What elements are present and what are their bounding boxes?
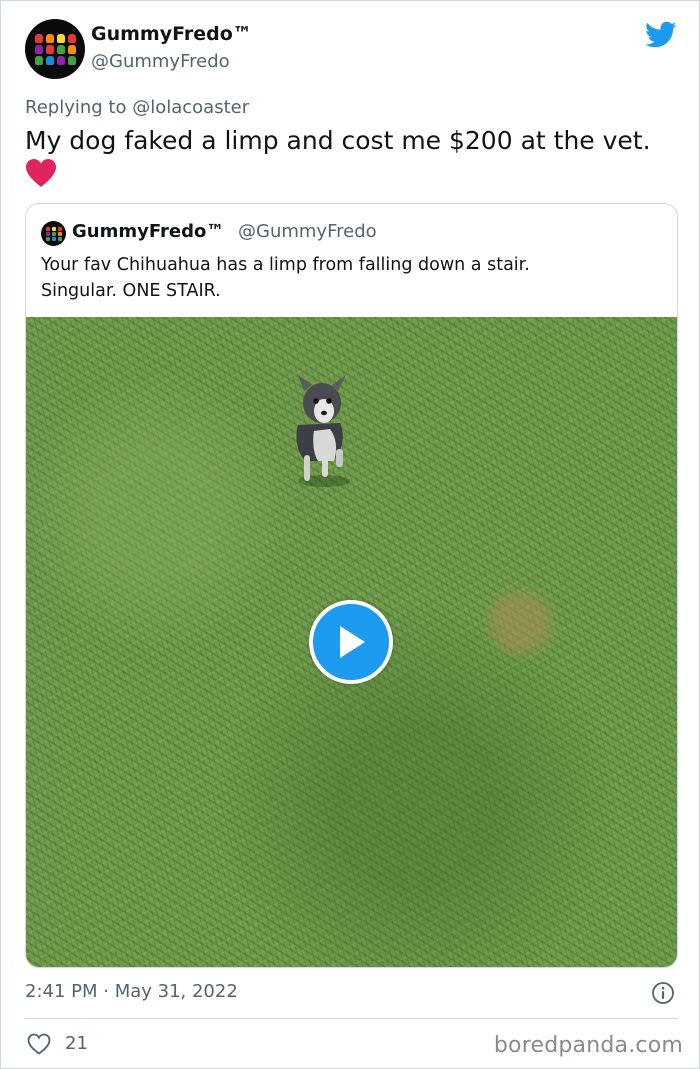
tweet-text: My dog faked a limp and cost me $200 at …: [25, 126, 651, 155]
replying-to: Replying to @lolacoaster: [25, 97, 249, 118]
play-icon: [340, 626, 365, 658]
red-heart-icon: [26, 159, 56, 187]
quoted-text-line-2: Singular. ONE STAIR.: [41, 281, 221, 301]
quoted-display-name: GummyFredo™: [72, 221, 225, 242]
author-avatar[interactable]: [25, 19, 85, 79]
quoted-tweet-text: Your fav Chihuahua has a limp from falli…: [41, 252, 661, 304]
quoted-author-avatar: [41, 221, 66, 246]
replying-to-label: Replying to: [25, 97, 127, 118]
quoted-handle: @GummyFredo: [238, 221, 377, 242]
quoted-tweet[interactable]: GummyFredo™ @GummyFredo Your fav Chihuah…: [25, 203, 678, 968]
watermark: boredpanda.com: [493, 1033, 683, 1058]
twitter-bird-icon[interactable]: [645, 21, 677, 49]
author-handle[interactable]: @GummyFredo: [91, 51, 230, 72]
tweet-card: GummyFredo™ @GummyFredo Replying to @lol…: [0, 0, 700, 1069]
tweet-timestamp[interactable]: 2:41 PM · May 31, 2022: [25, 981, 238, 1002]
video-thumbnail[interactable]: [26, 317, 677, 967]
like-count: 21: [65, 1033, 88, 1054]
play-button[interactable]: [309, 600, 393, 684]
author-display-name[interactable]: GummyFredo™: [91, 23, 252, 45]
divider: [25, 1018, 678, 1019]
chihuahua-image: [296, 375, 350, 487]
replying-to-mention[interactable]: @lolacoaster: [132, 97, 249, 118]
heart-outline-icon[interactable]: [27, 1033, 51, 1055]
quoted-text-line-1: Your fav Chihuahua has a limp from falli…: [41, 255, 530, 275]
info-icon[interactable]: [651, 981, 675, 1005]
